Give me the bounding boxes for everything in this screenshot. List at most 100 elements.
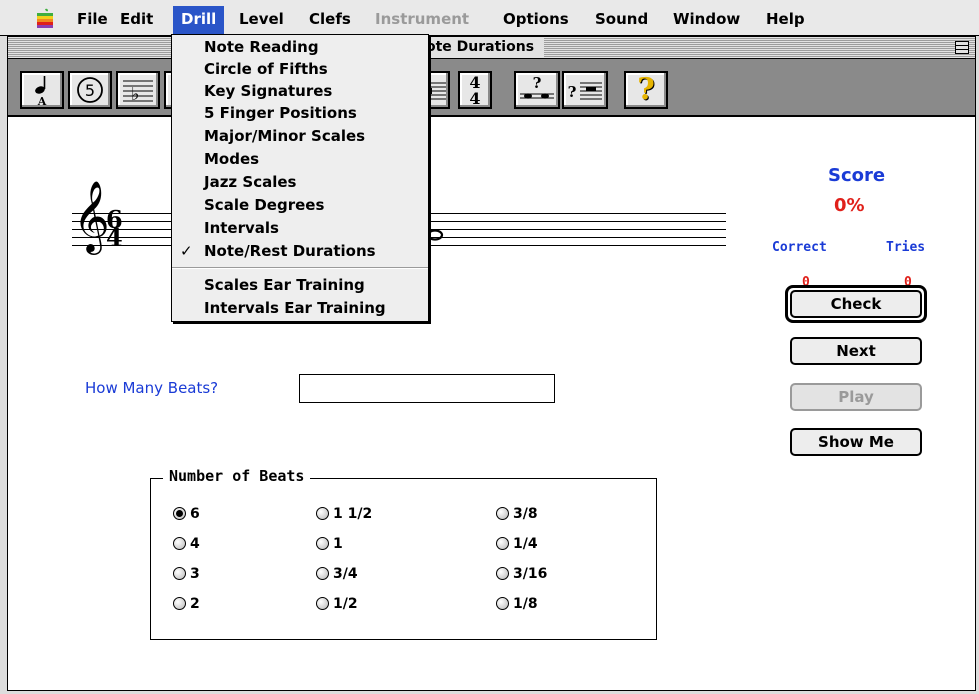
drill-menu-scale-degrees[interactable]: Scale Degrees — [172, 194, 428, 216]
time-signature-tool-button[interactable]: 4 4 — [458, 71, 492, 109]
beats-option-label: 1/4 — [513, 536, 538, 552]
drill-menu-circle-of-fifths[interactable]: Circle of Fifths — [172, 58, 428, 80]
show-me-button[interactable]: Show Me — [790, 428, 922, 456]
menu-edit[interactable]: Edit — [117, 8, 156, 32]
radio-icon[interactable] — [316, 507, 329, 520]
beats-option-label: 4 — [190, 536, 200, 552]
radio-icon[interactable] — [316, 597, 329, 610]
how-many-beats-label: How Many Beats? — [85, 379, 219, 397]
circle-five-label: 5 — [85, 81, 95, 100]
drill-menu-major-minor-scales[interactable]: Major/Minor Scales — [172, 125, 428, 147]
drill-menu-note-rest-durations[interactable]: ✓ Note/Rest Durations — [172, 240, 428, 262]
menu-file[interactable]: File — [74, 8, 111, 32]
note-reading-tool-button[interactable]: A — [20, 71, 64, 109]
drill-menu-intervals[interactable]: Intervals — [172, 217, 428, 239]
play-button[interactable]: Play — [790, 383, 922, 411]
beats-option-label: 1/8 — [513, 596, 538, 612]
interval-question-icon: ? — [520, 74, 554, 99]
score-value: 0% — [834, 195, 865, 216]
next-button[interactable]: Next — [790, 337, 922, 365]
menu-item-label: Major/Minor Scales — [204, 127, 366, 145]
key-signature-tool-button[interactable]: ♭ — [116, 71, 160, 109]
drill-menu-modes[interactable]: Modes — [172, 148, 428, 170]
beats-answer-input[interactable] — [299, 374, 555, 403]
menu-options[interactable]: Options — [500, 8, 572, 32]
menubar: File Edit Drill Level Clefs Instrument O… — [0, 0, 979, 36]
beats-option-label: 3 — [190, 566, 200, 582]
apple-logo-icon[interactable] — [34, 8, 56, 30]
drill-menu-note-reading[interactable]: Note Reading — [172, 36, 428, 58]
beats-option-3-4[interactable]: 3/4 — [316, 564, 358, 584]
beats-option-4[interactable]: 4 — [173, 534, 200, 554]
svg-text:?: ? — [568, 83, 577, 101]
drill-menu-scales-ear-training[interactable]: Scales Ear Training — [172, 274, 428, 296]
drill-window: ote Durations A 5 ♭ 4 4 ? ? ? 𝄞 6 4 Scor… — [7, 36, 976, 691]
radio-icon[interactable] — [173, 537, 186, 550]
question-mark-icon: ? — [637, 72, 655, 107]
menu-window[interactable]: Window — [670, 8, 743, 32]
staff-time-sig-bottom: 4 — [106, 223, 123, 252]
beats-option-label: 3/8 — [513, 506, 538, 522]
menu-clefs[interactable]: Clefs — [306, 8, 354, 32]
correct-label: Correct — [772, 240, 827, 255]
drill-menu-key-signatures[interactable]: Key Signatures — [172, 80, 428, 102]
score-label: Score — [828, 165, 886, 186]
radio-icon[interactable] — [496, 507, 509, 520]
menu-item-label: Circle of Fifths — [204, 60, 328, 78]
ear-training-tool-button[interactable]: ? — [562, 71, 608, 109]
beats-option-1-8[interactable]: 1/8 — [496, 594, 538, 614]
drill-menu-5-finger-positions[interactable]: 5 Finger Positions — [172, 102, 428, 124]
key-signature-icon: ♭ — [123, 80, 153, 105]
note-letter-label: A — [37, 95, 47, 107]
radio-icon[interactable] — [173, 567, 186, 580]
menu-item-label: Key Signatures — [204, 82, 333, 100]
tries-label: Tries — [886, 240, 926, 255]
beats-option-label: 3/16 — [513, 566, 548, 582]
beats-option-label: 1 1/2 — [333, 506, 373, 522]
menu-help[interactable]: Help — [763, 8, 808, 32]
interval-quiz-tool-button[interactable]: ? — [514, 71, 560, 109]
menu-item-label: Scales Ear Training — [204, 276, 365, 294]
menu-item-label: Note Reading — [204, 38, 319, 56]
interval-question-label: ? — [533, 74, 542, 92]
circle-of-fifths-tool-button[interactable]: 5 — [68, 71, 112, 109]
beats-option-label: 2 — [190, 596, 200, 612]
window-collapse-icon[interactable] — [955, 41, 969, 54]
menu-item-label: Scale Degrees — [204, 196, 325, 214]
radio-icon[interactable] — [496, 567, 509, 580]
menu-instrument[interactable]: Instrument — [372, 8, 472, 32]
beats-option-1-1-2[interactable]: 1 1/2 — [316, 504, 372, 524]
menu-sound[interactable]: Sound — [592, 8, 651, 32]
menu-separator — [172, 267, 428, 269]
svg-text:♭: ♭ — [131, 84, 140, 105]
ear-training-icon: ? — [568, 82, 602, 101]
menu-drill[interactable]: Drill — [173, 6, 225, 34]
menu-item-label: Modes — [204, 150, 260, 168]
number-of-beats-group — [150, 478, 657, 640]
menu-level[interactable]: Level — [236, 8, 287, 32]
beats-option-3-16[interactable]: 3/16 — [496, 564, 547, 584]
radio-selected-icon[interactable] — [173, 507, 186, 520]
drill-menu-jazz-scales[interactable]: Jazz Scales — [172, 171, 428, 193]
beats-option-3-8[interactable]: 3/8 — [496, 504, 538, 524]
drill-menu-intervals-ear-training[interactable]: Intervals Ear Training — [172, 297, 428, 319]
window-titlebar[interactable]: ote Durations — [8, 37, 975, 59]
circle-five-icon: 5 — [77, 77, 103, 103]
beats-option-3[interactable]: 3 — [173, 564, 200, 584]
number-of-beats-legend: Number of Beats — [163, 467, 311, 485]
radio-icon[interactable] — [496, 537, 509, 550]
radio-icon[interactable] — [496, 597, 509, 610]
beats-option-label: 1 — [333, 536, 343, 552]
beats-option-label: 1/2 — [333, 596, 358, 612]
help-tool-button[interactable]: ? — [624, 71, 668, 109]
radio-icon[interactable] — [316, 567, 329, 580]
check-button[interactable]: Check — [790, 290, 922, 318]
beats-option-1[interactable]: 1 — [316, 534, 343, 554]
beats-option-1-2[interactable]: 1/2 — [316, 594, 358, 614]
beats-option-6[interactable]: 6 — [173, 504, 200, 524]
radio-icon[interactable] — [316, 537, 329, 550]
radio-icon[interactable] — [173, 597, 186, 610]
beats-option-1-4[interactable]: 1/4 — [496, 534, 538, 554]
beats-option-label: 3/4 — [333, 566, 358, 582]
beats-option-2[interactable]: 2 — [173, 594, 200, 614]
